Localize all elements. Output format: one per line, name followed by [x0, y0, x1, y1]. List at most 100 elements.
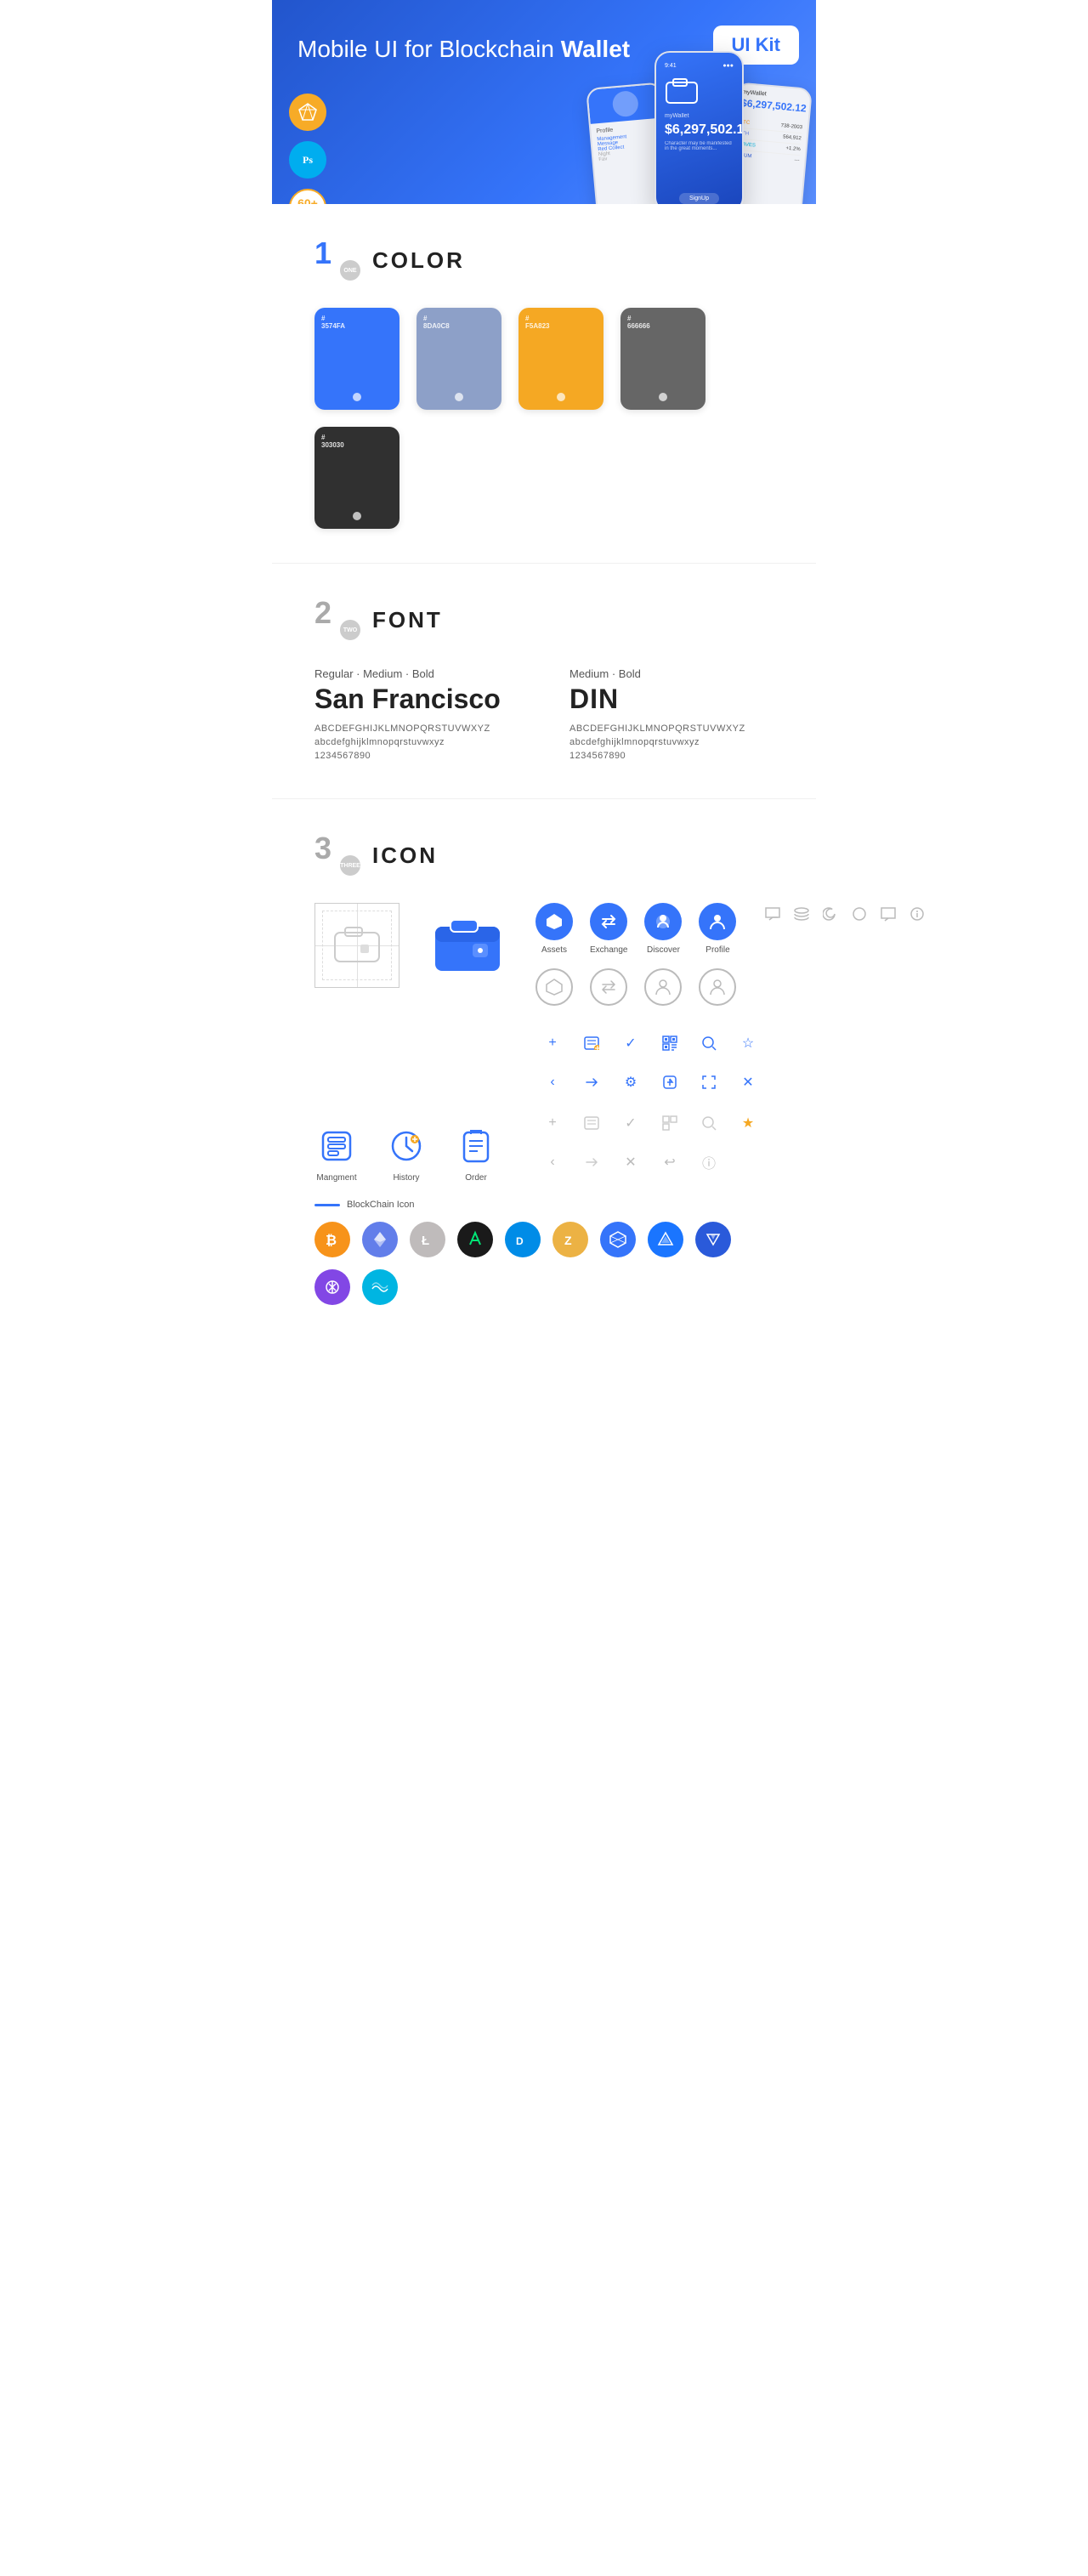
badges-column: Ps 60+ Screens — [289, 94, 326, 204]
icon-section: 3 THREE ICON — [272, 799, 816, 1365]
stack-icon — [790, 903, 813, 925]
plus-icon-gray: + — [541, 1111, 564, 1135]
hero-section: Mobile UI for Blockchain Wallet UI Kit P… — [272, 0, 816, 204]
font-din: Medium · Bold DIN ABCDEFGHIJKLMNOPQRSTUV… — [570, 667, 774, 764]
management-icon-item: Mangment — [314, 1124, 359, 1183]
sketch-badge — [289, 94, 326, 131]
ltc-icon: Ł — [410, 1222, 445, 1257]
color-card-slate: #8DA0C8 — [416, 308, 502, 410]
upload-icon — [658, 1070, 682, 1094]
list-edit-icon-gray — [580, 1111, 604, 1135]
svg-text:D: D — [516, 1235, 524, 1247]
screens-badge: 60+ Screens — [289, 189, 326, 204]
blockchain-line — [314, 1204, 340, 1206]
assets-icon — [536, 903, 573, 940]
named-icons-group: Assets Exchange Discover — [536, 903, 736, 1006]
exchange-icon-item: Exchange — [590, 903, 627, 955]
font-section: 2 TWO FONT Regular · Medium · Bold San F… — [272, 564, 816, 798]
phone-mockups: Profile Management Message Red Collect N… — [591, 77, 808, 204]
photoshop-badge: Ps — [289, 141, 326, 179]
color-card-gray: #666666 — [620, 308, 706, 410]
color-card-orange: #F5A823 — [518, 308, 604, 410]
discover-icon-outline — [644, 968, 682, 1006]
ada-icon — [648, 1222, 683, 1257]
neo-icon — [457, 1222, 493, 1257]
fonts-row: Regular · Medium · Bold San Francisco AB… — [314, 667, 774, 764]
moon-icon — [819, 903, 842, 925]
font-san-francisco: Regular · Medium · Bold San Francisco AB… — [314, 667, 518, 764]
crypto-icons-row: ₿ Ł D Z — [314, 1222, 774, 1305]
color-swatch-blue: #3574FA — [314, 308, 400, 384]
profile-icon — [699, 903, 736, 940]
color-card-blue: #3574FA — [314, 308, 400, 410]
qr-icon — [658, 1031, 682, 1055]
sky-icon — [362, 1269, 398, 1305]
color-section: 1 ONE COLOR #3574FA #8DA0C8 #F5A823 #666… — [272, 204, 816, 563]
arrow-back-icon-gray: ↩ — [658, 1150, 682, 1174]
discover-icon-item: Discover — [644, 903, 682, 955]
small-icons-row-1: + ✓ ☆ ‹ ⚙ — [541, 1031, 774, 1094]
search-icon-gray — [697, 1111, 721, 1135]
color-section-header: 1 ONE COLOR — [314, 238, 774, 282]
small-ui-icons: + ✓ ☆ ‹ ⚙ — [541, 1031, 774, 1183]
star-icon-yellow: ★ — [736, 1111, 760, 1135]
history-icon-item: History — [384, 1124, 428, 1183]
svg-text:₿: ₿ — [326, 1233, 337, 1248]
vet-icon — [695, 1222, 731, 1257]
pol-icon — [314, 1269, 350, 1305]
management-icon — [314, 1124, 359, 1168]
info-icon — [906, 903, 928, 925]
close-icon: ✕ — [736, 1070, 760, 1094]
circle-icon — [848, 903, 870, 925]
profile-icon-outline — [699, 968, 736, 1006]
list-edit-icon — [580, 1031, 604, 1055]
app-icons-row: Mangment History — [314, 1031, 774, 1183]
chevron-left-icon: ‹ — [541, 1070, 564, 1094]
check-icon: ✓ — [619, 1031, 643, 1055]
gld-icon — [600, 1222, 636, 1257]
settings-icon: ⚙ — [619, 1070, 643, 1094]
misc-icons-column — [762, 903, 928, 925]
zec-icon: Z — [552, 1222, 588, 1257]
svg-text:Ł: Ł — [422, 1234, 429, 1248]
chat-icon — [762, 903, 784, 925]
colors-row: #3574FA #8DA0C8 #F5A823 #666666 #303030 — [314, 308, 774, 529]
dash-icon: D — [505, 1222, 541, 1257]
icon-main-row: Assets Exchange Discover — [314, 903, 774, 1006]
svg-text:Z: Z — [564, 1234, 572, 1247]
btc-icon: ₿ — [314, 1222, 350, 1257]
named-icons-filled-row: Assets Exchange Discover — [536, 903, 736, 955]
assets-icon-outline — [536, 968, 573, 1006]
history-icon — [384, 1124, 428, 1168]
order-icon-item: Order — [454, 1124, 498, 1183]
section-number-2: 2 TWO — [314, 598, 359, 642]
message-icon — [877, 903, 899, 925]
color-card-dark: #303030 — [314, 427, 400, 529]
star-icon: ☆ — [736, 1031, 760, 1055]
share-icon-gray — [580, 1150, 604, 1174]
section-number-1: 1 ONE — [314, 238, 359, 282]
icon-section-header: 3 THREE ICON — [314, 833, 774, 877]
font-section-header: 2 TWO FONT — [314, 598, 774, 642]
chevron-left-icon-gray: ‹ — [541, 1150, 564, 1174]
search-icon — [697, 1031, 721, 1055]
qr-icon-gray — [658, 1111, 682, 1135]
named-icons-outline-row — [536, 968, 736, 1006]
assets-icon-item: Assets — [536, 903, 573, 955]
share-icon — [580, 1070, 604, 1094]
close-icon-gray: ✕ — [619, 1150, 643, 1174]
plus-icon: + — [541, 1031, 564, 1055]
exchange-icon-outline — [590, 968, 627, 1006]
discover-icon — [644, 903, 682, 940]
order-icon — [454, 1124, 498, 1168]
profile-icon-item: Profile — [699, 903, 736, 955]
eth-icon — [362, 1222, 398, 1257]
wallet-icon-colored — [425, 903, 510, 988]
exchange-icon — [590, 903, 627, 940]
check-icon-gray: ✓ — [619, 1111, 643, 1135]
blockchain-label-row: BlockChain Icon — [314, 1200, 774, 1210]
section-number-3: 3 THREE — [314, 833, 359, 877]
info-icon-gray: ⓘ — [697, 1150, 721, 1174]
small-icons-row-2: + ✓ ★ ‹ ✕ ↩ ⓘ — [541, 1111, 774, 1174]
expand-icon — [697, 1070, 721, 1094]
